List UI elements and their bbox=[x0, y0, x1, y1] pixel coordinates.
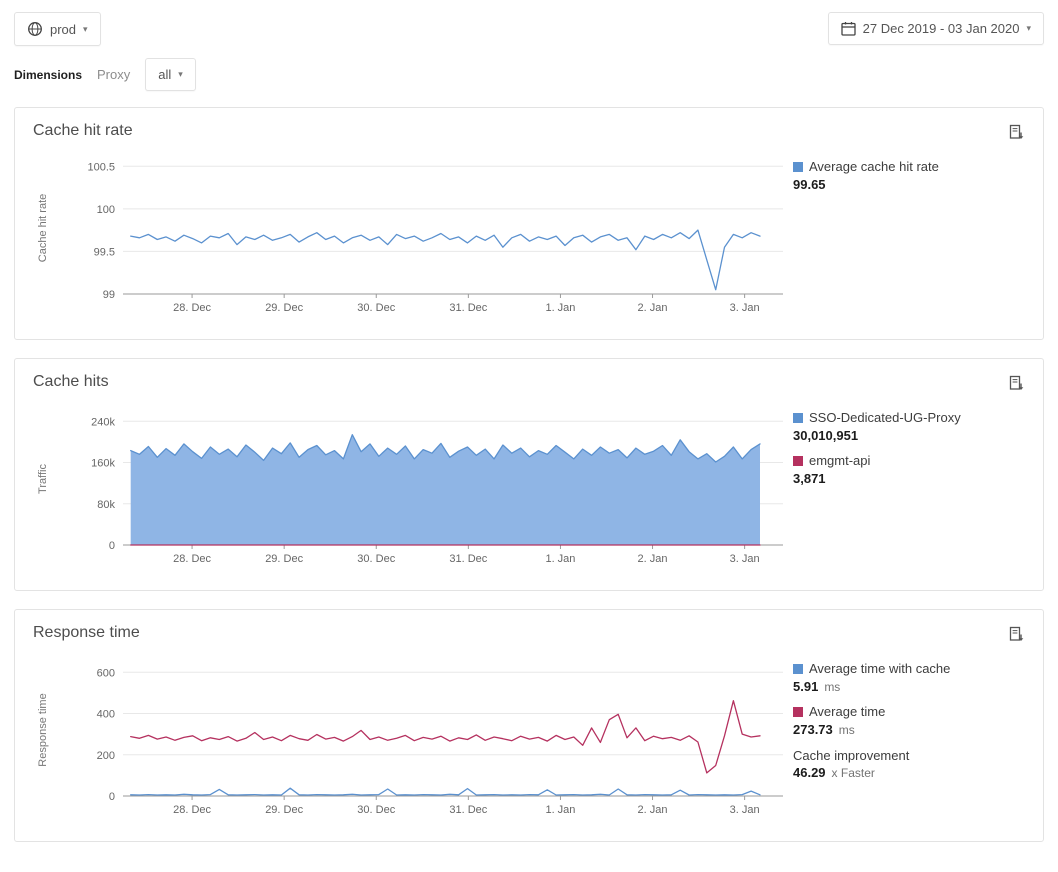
legend-swatch bbox=[793, 664, 803, 674]
legend-value: 99.65 bbox=[793, 177, 826, 192]
legend-swatch bbox=[793, 456, 803, 466]
svg-text:160k: 160k bbox=[91, 458, 115, 470]
cache-hit-rate-legend: Average cache hit rate 99.65 bbox=[793, 146, 1021, 201]
svg-text:29. Dec: 29. Dec bbox=[265, 302, 303, 314]
svg-text:3. Jan: 3. Jan bbox=[730, 804, 760, 816]
svg-text:Traffic: Traffic bbox=[37, 464, 49, 494]
svg-text:0: 0 bbox=[109, 791, 115, 803]
svg-text:Response time: Response time bbox=[37, 693, 49, 766]
export-report-icon[interactable] bbox=[1006, 122, 1027, 146]
svg-text:2. Jan: 2. Jan bbox=[638, 553, 668, 565]
svg-text:30. Dec: 30. Dec bbox=[357, 302, 395, 314]
svg-text:28. Dec: 28. Dec bbox=[173, 302, 211, 314]
response-time-chart[interactable]: 0 200 400 600 28. Dec 29. Dec 30. Dec 31. Dec 1.… bbox=[33, 648, 793, 833]
legend-value: 46.29 bbox=[793, 765, 826, 780]
legend-entry: SSO-Dedicated-UG-Proxy 30,010,951 bbox=[793, 409, 1021, 444]
legend-value: 3,871 bbox=[793, 471, 826, 486]
cache-hits-chart[interactable]: 0 80k 160k 240k 28. Dec 29. Dec 30. Dec 31. Dec… bbox=[33, 397, 793, 582]
svg-text:400: 400 bbox=[97, 709, 115, 721]
top-bar: prod ▾ 27 Dec 2019 - 03 Jan 2020 ▾ bbox=[14, 12, 1044, 46]
svg-text:99: 99 bbox=[103, 289, 115, 301]
svg-text:1. Jan: 1. Jan bbox=[545, 302, 575, 314]
legend-swatch bbox=[793, 162, 803, 172]
calendar-icon bbox=[841, 21, 856, 36]
legend-label: Cache improvement bbox=[793, 747, 909, 765]
legend-entry: Cache improvement 46.29 x Faster bbox=[793, 747, 1021, 782]
svg-text:240k: 240k bbox=[91, 416, 115, 428]
legend-value: 5.91 bbox=[793, 679, 818, 694]
chevron-down-icon: ▾ bbox=[1026, 24, 1031, 33]
cache-hit-rate-plot: 99 99.5 100 100.5 28. Dec 29. Dec 30. Dec 31. D… bbox=[33, 146, 793, 326]
svg-text:0: 0 bbox=[109, 540, 115, 552]
dimensions-bar: Dimensions Proxy all ▾ bbox=[14, 58, 1044, 91]
svg-text:100: 100 bbox=[97, 204, 115, 216]
chart-title-response-time: Response time bbox=[33, 624, 1025, 642]
svg-text:31. Dec: 31. Dec bbox=[449, 302, 487, 314]
svg-text:1. Jan: 1. Jan bbox=[545, 804, 575, 816]
chevron-down-icon: ▾ bbox=[83, 25, 88, 34]
legend-value: 30,010,951 bbox=[793, 428, 858, 443]
legend-entry: Average time 273.73 ms bbox=[793, 703, 1021, 738]
svg-text:30. Dec: 30. Dec bbox=[357, 553, 395, 565]
environment-label: prod bbox=[50, 22, 76, 37]
svg-text:80k: 80k bbox=[97, 499, 115, 511]
legend-entry: Average cache hit rate 99.65 bbox=[793, 158, 1021, 193]
response-time-legend: Average time with cache 5.91 ms Average t… bbox=[793, 648, 1021, 790]
legend-label: emgmt-api bbox=[809, 452, 870, 470]
legend-swatch bbox=[793, 707, 803, 717]
cache-hits-legend: SSO-Dedicated-UG-Proxy 30,010,951 emgmt-… bbox=[793, 397, 1021, 496]
export-report-icon[interactable] bbox=[1006, 373, 1027, 397]
proxy-filter-value: all bbox=[158, 67, 171, 82]
legend-label: SSO-Dedicated-UG-Proxy bbox=[809, 409, 961, 427]
svg-text:2. Jan: 2. Jan bbox=[638, 804, 668, 816]
svg-text:30. Dec: 30. Dec bbox=[357, 804, 395, 816]
svg-text:99.5: 99.5 bbox=[94, 246, 115, 258]
legend-suffix: ms bbox=[839, 723, 855, 737]
chart-title-cache-hits: Cache hits bbox=[33, 373, 1025, 391]
chart-title-cache-hit-rate: Cache hit rate bbox=[33, 122, 1025, 140]
svg-text:200: 200 bbox=[97, 750, 115, 762]
environment-selector[interactable]: prod ▾ bbox=[14, 12, 101, 46]
response-time-plot: 0 200 400 600 28. Dec 29. Dec 30. Dec 31. Dec 1.… bbox=[33, 648, 793, 828]
legend-label: Average time with cache bbox=[809, 660, 950, 678]
globe-icon bbox=[27, 21, 43, 37]
dimension-proxy-label: Proxy bbox=[97, 67, 130, 82]
legend-label: Average time bbox=[809, 703, 885, 721]
legend-suffix: ms bbox=[824, 680, 840, 694]
legend-entry: Average time with cache 5.91 ms bbox=[793, 660, 1021, 695]
dimensions-label: Dimensions bbox=[14, 68, 82, 82]
cache-hit-rate-card: Cache hit rate 99 99.5 100 100.5 28. Dec 29. … bbox=[14, 107, 1044, 340]
svg-text:1. Jan: 1. Jan bbox=[545, 553, 575, 565]
legend-swatch bbox=[793, 413, 803, 423]
svg-text:29. Dec: 29. Dec bbox=[265, 553, 303, 565]
cache-hits-plot: 0 80k 160k 240k 28. Dec 29. Dec 30. Dec 31. Dec… bbox=[33, 397, 793, 577]
svg-text:Cache hit rate: Cache hit rate bbox=[37, 194, 49, 262]
chevron-down-icon: ▾ bbox=[178, 70, 183, 79]
date-range-picker[interactable]: 27 Dec 2019 - 03 Jan 2020 ▾ bbox=[828, 12, 1044, 45]
svg-text:3. Jan: 3. Jan bbox=[730, 553, 760, 565]
legend-label: Average cache hit rate bbox=[809, 158, 939, 176]
date-range-label: 27 Dec 2019 - 03 Jan 2020 bbox=[863, 21, 1020, 36]
legend-value: 273.73 bbox=[793, 722, 833, 737]
svg-text:31. Dec: 31. Dec bbox=[449, 804, 487, 816]
legend-suffix: x Faster bbox=[832, 766, 875, 780]
cache-hit-rate-chart[interactable]: 99 99.5 100 100.5 28. Dec 29. Dec 30. Dec 31. D… bbox=[33, 146, 793, 331]
svg-text:600: 600 bbox=[97, 667, 115, 679]
svg-text:29. Dec: 29. Dec bbox=[265, 804, 303, 816]
cache-hits-card: Cache hits 0 80k 160k 240k 28. Dec 29. Dec 30.… bbox=[14, 358, 1044, 591]
export-report-icon[interactable] bbox=[1006, 624, 1027, 648]
svg-text:100.5: 100.5 bbox=[87, 161, 115, 173]
svg-text:2. Jan: 2. Jan bbox=[638, 302, 668, 314]
svg-text:28. Dec: 28. Dec bbox=[173, 804, 211, 816]
response-time-card: Response time 0 200 400 600 28. Dec 29. Dec 30… bbox=[14, 609, 1044, 842]
analytics-dashboard: prod ▾ 27 Dec 2019 - 03 Jan 2020 ▾ Dimen… bbox=[0, 0, 1058, 872]
svg-text:3. Jan: 3. Jan bbox=[730, 302, 760, 314]
proxy-filter-dropdown[interactable]: all ▾ bbox=[145, 58, 196, 91]
svg-text:31. Dec: 31. Dec bbox=[449, 553, 487, 565]
svg-text:28. Dec: 28. Dec bbox=[173, 553, 211, 565]
legend-entry: emgmt-api 3,871 bbox=[793, 452, 1021, 487]
